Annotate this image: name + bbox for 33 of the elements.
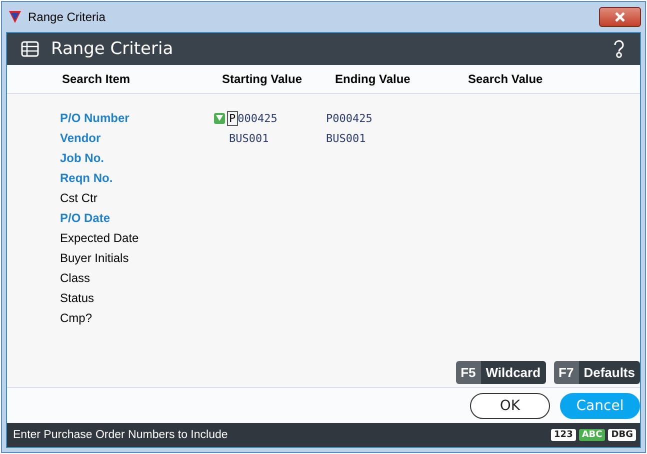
search-item-label: Job No. <box>60 151 105 165</box>
function-key-button[interactable]: F7 Defaults <box>554 361 640 384</box>
ok-button[interactable]: OK <box>470 392 550 418</box>
search-item-label: Status <box>60 291 96 305</box>
search-item-label: Class <box>60 271 92 285</box>
dialog-title: Range Criteria <box>51 39 174 59</box>
search-item-label: Expected Date <box>60 231 140 245</box>
search-item-label: P/O Date <box>60 211 112 225</box>
search-item-label: Reqn No. <box>60 171 114 185</box>
column-header: Search Value <box>468 72 544 86</box>
window-title: Range Criteria <box>28 10 106 24</box>
app-logo-icon <box>8 10 22 24</box>
ending-value: BUS001 <box>326 132 367 144</box>
column-header: Search Item <box>62 72 132 86</box>
help-icon[interactable] <box>612 39 626 59</box>
close-icon <box>614 12 626 22</box>
starting-value-field[interactable]: P000425 <box>227 112 278 124</box>
starting-value: BUS001 <box>229 132 269 144</box>
search-item-label: Buyer Initials <box>60 251 130 265</box>
dropdown-icon[interactable] <box>214 112 225 124</box>
table-icon <box>21 41 39 57</box>
status-message: Enter Purchase Order Numbers to Include <box>13 429 229 441</box>
ending-value: P000425 <box>326 112 374 124</box>
search-item-label: Vendor <box>60 131 102 145</box>
search-item-label: P/O Number <box>60 111 130 125</box>
column-header: Ending Value <box>335 72 412 86</box>
function-key-button[interactable]: F5 Wildcard <box>456 361 546 384</box>
column-header: Starting Value <box>222 72 304 86</box>
search-item-label: Cmp? <box>60 311 94 325</box>
search-item-label: Cst Ctr <box>60 191 98 205</box>
mode-indicator[interactable]: DBG <box>608 429 636 441</box>
close-button[interactable] <box>599 7 641 27</box>
mode-indicator[interactable]: 123 <box>551 429 576 441</box>
